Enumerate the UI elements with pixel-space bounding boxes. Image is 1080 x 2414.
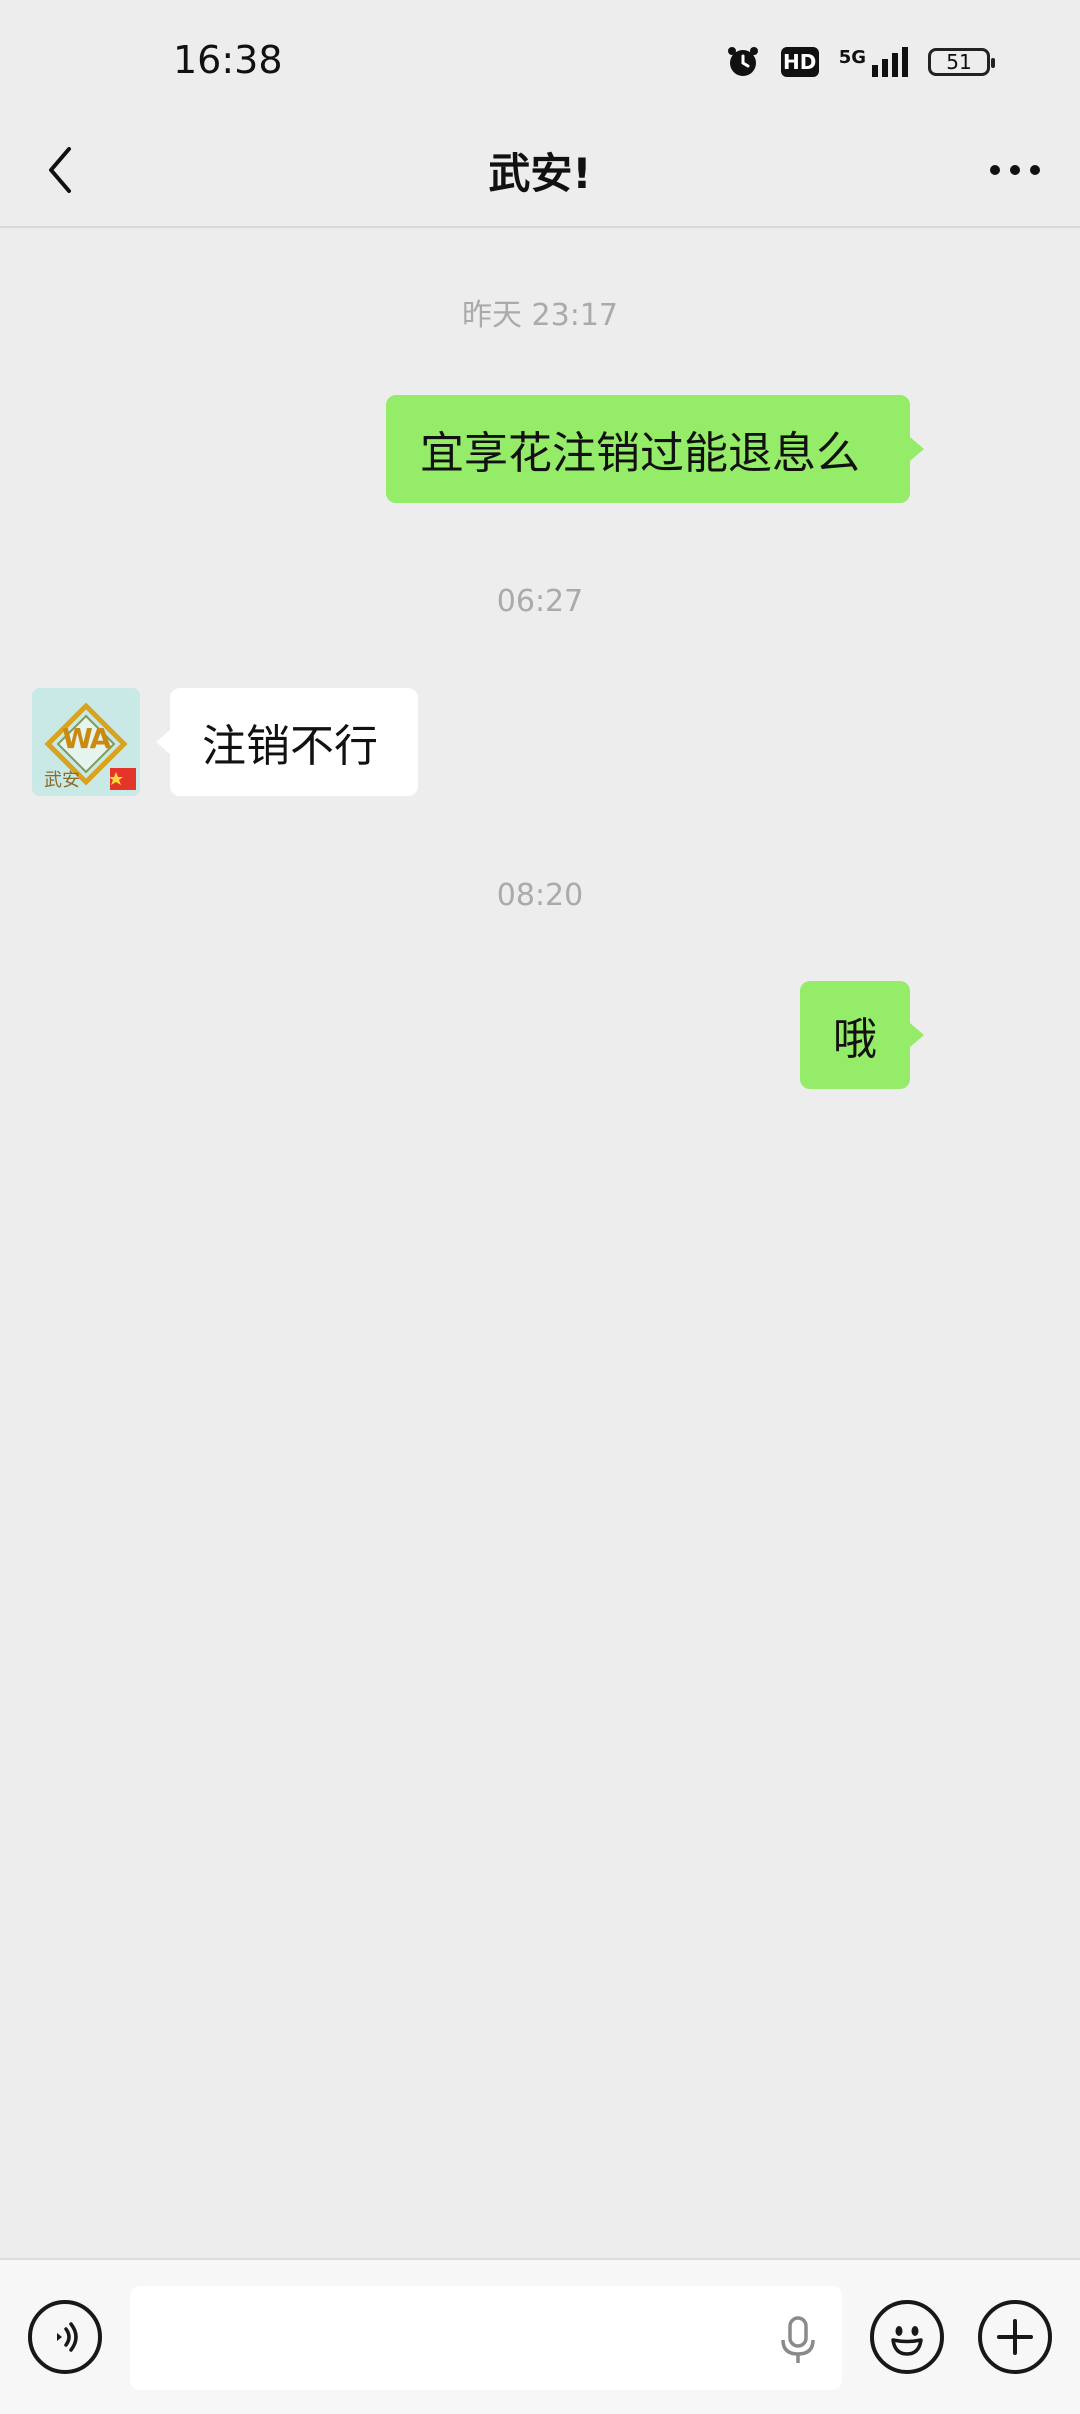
message-input[interactable]: [130, 2286, 842, 2390]
status-bar: 16:38 HD 5G 51: [0, 0, 1080, 120]
sent-message-bubble[interactable]: 哦: [800, 981, 924, 1089]
message-text: 哦: [833, 1014, 877, 1065]
sent-message-bubble[interactable]: 宜享花注销过能退息么: [386, 395, 924, 503]
received-message-bubble[interactable]: 注销不行: [156, 688, 418, 796]
status-time: 16:38: [173, 38, 283, 82]
microphone-icon[interactable]: [778, 2314, 818, 2366]
signal-icon: 5G: [839, 47, 908, 77]
emoji-icon: [891, 2326, 923, 2356]
chat-header: 武安!: [0, 120, 1080, 228]
more-dots-icon: [990, 165, 1040, 175]
chat-input-bar: [0, 2258, 1080, 2414]
alarm-icon: [727, 47, 758, 76]
message-timestamp: 昨天 23:17: [462, 298, 618, 333]
status-icons: HD 5G 51: [725, 38, 995, 86]
plus-icon: [997, 2319, 1033, 2355]
battery-icon: 51: [928, 48, 995, 76]
voice-icon: [57, 2322, 78, 2352]
avatar-logo-name: 武安: [44, 770, 80, 791]
network-label: 5G: [838, 47, 866, 68]
avatar-logo-letters: WA: [62, 722, 111, 755]
hd-badge: HD: [780, 47, 819, 77]
message-text: 注销不行: [202, 721, 378, 772]
chat-title: 武安!: [488, 149, 592, 198]
contact-avatar[interactable]: WA 武安: [32, 688, 140, 796]
more-options-button[interactable]: [980, 130, 1050, 210]
more-functions-button[interactable]: [978, 2300, 1052, 2374]
battery-level: 51: [946, 50, 972, 74]
message-text: 宜享花注销过能退息么: [420, 428, 860, 479]
emoji-button[interactable]: [870, 2300, 944, 2374]
message-timestamp: 08:20: [496, 878, 584, 913]
voice-mode-button[interactable]: [28, 2300, 102, 2374]
message-timestamp: 06:27: [496, 584, 584, 619]
